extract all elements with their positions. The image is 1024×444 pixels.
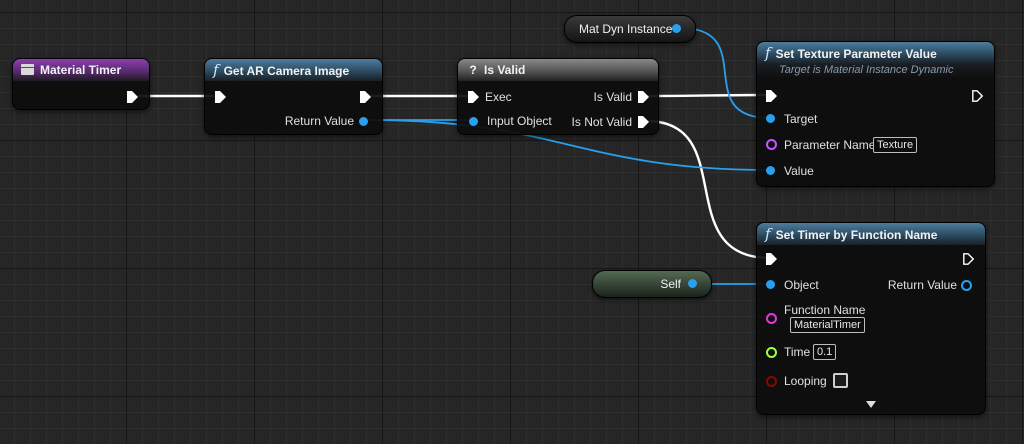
time-pin[interactable] [766,347,777,358]
return-value-pin[interactable] [961,280,972,291]
exec-input-pin[interactable] [766,253,777,265]
set-timer-by-function-name-node[interactable]: f Set Timer by Function Name Object Retur… [756,222,986,415]
exec-input-pin[interactable] [468,91,479,103]
material-timer-title: Material Timer [40,63,122,77]
set-texture-parameter-value-node[interactable]: f Set Texture Parameter Value Target is M… [756,41,995,187]
target-pin[interactable] [766,114,775,123]
target-label: Target [784,112,818,126]
function-icon: f [765,225,771,243]
mat-dyn-instance-variable[interactable]: Mat Dyn Instance [564,15,696,43]
exec-input-pin[interactable] [766,90,777,102]
event-icon [21,64,34,75]
is-valid-title: Is Valid [484,63,526,77]
self-label: Self [660,277,681,291]
set-texture-title: Set Texture Parameter Value [775,47,937,61]
exec-wire-notvalid-to-settimer [645,119,771,260]
parameter-name-input[interactable]: Texture [873,137,918,153]
expand-arrow-icon[interactable] [866,401,876,408]
value-pin[interactable] [766,166,775,175]
time-label: Time [784,345,811,359]
get-ar-camera-image-header[interactable]: f Get AR Camera Image [205,59,382,81]
set-texture-header[interactable]: f Set Texture Parameter Value [757,42,994,64]
object-label: Object [784,278,819,292]
exec-output-pin[interactable] [360,91,371,103]
get-ar-camera-image-title: Get AR Camera Image [223,64,350,78]
exec-output-pin[interactable] [963,253,974,265]
mat-dyn-instance-label: Mat Dyn Instance [579,22,673,36]
looping-checkbox[interactable] [833,373,848,388]
function-name-pin[interactable] [766,313,777,324]
material-timer-header[interactable]: Material Timer [13,59,149,81]
function-name-label: Function Name [784,303,866,317]
macro-question-icon: ? [469,63,477,77]
set-timer-header[interactable]: f Set Timer by Function Name [757,223,985,245]
is-valid-output-label: Is Valid [593,90,632,104]
object-pin[interactable] [766,280,775,289]
function-icon: f [213,61,219,79]
exec-output-pin[interactable] [972,90,983,102]
exec-wire-isvalid-to-settexture [645,93,771,98]
is-valid-header[interactable]: ? Is Valid [458,59,658,81]
function-name-input[interactable]: MaterialTimer [790,317,865,333]
return-value-label: Return Value [887,278,957,292]
is-not-valid-output-label: Is Not Valid [571,115,632,129]
function-icon: f [765,44,771,62]
set-timer-title: Set Timer by Function Name [775,228,938,242]
value-label: Value [784,164,814,178]
is-valid-exec-pin[interactable] [638,91,649,103]
mat-dyn-instance-output-pin[interactable] [672,24,681,33]
time-input[interactable]: 0.1 [813,344,837,360]
exec-input-pin[interactable] [215,91,226,103]
looping-pin[interactable] [766,376,777,387]
set-texture-subtitle: Target is Material Instance Dynamic [757,64,994,78]
is-not-valid-exec-pin[interactable] [638,116,649,128]
parameter-name-pin[interactable] [766,139,777,150]
parameter-name-label: Parameter Name [784,138,876,152]
get-ar-camera-image-node[interactable]: f Get AR Camera Image Return Value [204,58,383,135]
exec-label: Exec [485,90,512,104]
is-valid-node[interactable]: ? Is Valid Exec Is Valid Input Object Is … [457,58,659,135]
input-object-label: Input Object [487,114,552,128]
self-output-pin[interactable] [688,279,697,288]
self-variable[interactable]: Self [592,270,712,298]
input-object-pin[interactable] [469,117,478,126]
looping-label: Looping [784,374,827,388]
material-timer-event-node[interactable]: Material Timer [12,58,150,110]
return-value-pin[interactable] [359,117,368,126]
exec-output-pin[interactable] [127,91,138,103]
return-value-label: Return Value [284,114,354,128]
